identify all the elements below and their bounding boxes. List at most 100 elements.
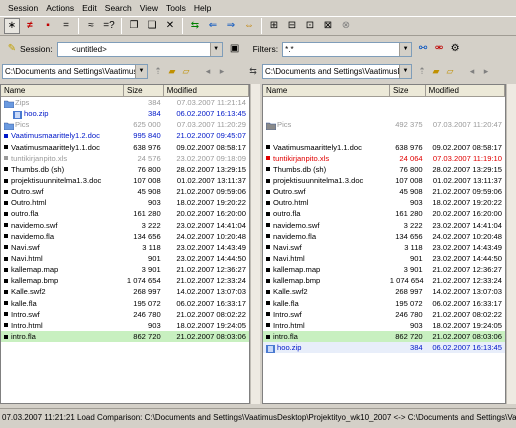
show-left-newer-icon[interactable]: ▪ <box>40 18 56 34</box>
column-header-name[interactable]: Name <box>263 85 390 96</box>
table-row[interactable]: kallemap.bmp 1 074 654 21.02.2007 12:33:24 <box>1 275 249 286</box>
copy-icon[interactable]: ❐ <box>126 18 142 34</box>
chevron-down-icon[interactable]: ▼ <box>135 64 147 78</box>
table-row[interactable]: Navi.swf 3 118 23.02.2007 14:43:49 <box>1 242 249 253</box>
table-row[interactable]: Outro.html 903 18.02.2007 19:20:22 <box>1 197 249 208</box>
swap-paths-icon[interactable]: ⇆ <box>246 64 260 78</box>
back-icon[interactable]: ◂ <box>465 64 479 78</box>
menu-help[interactable]: Help <box>190 1 215 15</box>
sync-icon[interactable]: ⇆ <box>187 18 203 34</box>
table-row[interactable]: kallemap.bmp 1 074 654 21.02.2007 12:33:24 <box>263 275 505 286</box>
left-scrollbar[interactable] <box>250 84 260 404</box>
table-row[interactable]: kalle.fla 195 072 06.02.2007 16:33:17 <box>1 298 249 309</box>
column-header-modified[interactable]: Modified <box>164 85 249 96</box>
filter-exclude-icon[interactable]: ⚮ <box>431 41 447 57</box>
table-row[interactable]: Intro.swf 246 780 21.02.2007 08:02:22 <box>1 309 249 320</box>
forward-icon[interactable]: ▸ <box>215 64 229 78</box>
table-row[interactable]: Thumbs.db (sh) 76 800 28.02.2007 13:29:15 <box>263 164 505 175</box>
copy-left-icon[interactable]: ⇐ <box>205 18 221 34</box>
show-same-icon[interactable]: = <box>58 18 74 34</box>
table-row[interactable]: Outro.swf 45 908 21.02.2007 09:59:06 <box>1 186 249 197</box>
table-row[interactable]: Intro.html 903 18.02.2007 19:24:05 <box>1 320 249 331</box>
table-row[interactable]: Zips 384 07.03.2007 11:21:14 <box>1 97 249 108</box>
table-row[interactable]: navidemo.swf 3 222 23.02.2007 14:41:04 <box>263 220 505 231</box>
table-row[interactable]: projektisuunnitelma1.3.doc 107 008 01.02.2… <box>1 175 249 186</box>
menu-search[interactable]: Search <box>101 1 136 15</box>
browse-folder-icon[interactable]: ▰ <box>165 64 179 78</box>
column-header-modified[interactable]: Modified <box>426 85 505 96</box>
table-row[interactable]: Intro.html 903 18.02.2007 19:24:05 <box>263 320 505 331</box>
open-folder-icon[interactable]: ▱ <box>443 64 457 78</box>
show-all-icon[interactable]: ∗ <box>4 18 20 34</box>
filter-apply-icon[interactable]: ⚯ <box>415 41 431 57</box>
open-folder-icon[interactable]: ▱ <box>179 64 193 78</box>
menu-tools[interactable]: Tools <box>162 1 190 15</box>
right-scrollbar[interactable] <box>506 84 516 404</box>
table-row[interactable]: Outro.html 903 18.02.2007 19:20:22 <box>263 197 505 208</box>
chevron-down-icon[interactable]: ▼ <box>399 64 411 78</box>
table-row[interactable] <box>263 130 505 141</box>
left-path-input[interactable]: C:\Documents and Settings\VaatimusDes ▼ <box>2 63 148 79</box>
table-row[interactable]: Vaatimusmaarittely1.1.doc 638 976 09.02.20… <box>263 142 505 153</box>
table-row[interactable]: intro.fla 862 720 21.02.2007 08:03:06 <box>1 330 249 343</box>
menu-actions[interactable]: Actions <box>42 1 78 15</box>
table-row[interactable]: hoo.zip 384 06.02.2007 16:13:45 <box>263 342 505 354</box>
table-row[interactable]: Navi.html 901 23.02.2007 14:44:50 <box>263 253 505 264</box>
column-header-name[interactable]: Name <box>1 85 124 96</box>
table-row[interactable]: Kalle.swf2 268 997 14.02.2007 13:07:03 <box>1 286 249 297</box>
right-file-pane[interactable]: Name Size Modified Pics 492 375 07.03.2007… <box>262 84 506 404</box>
table-row[interactable]: Vaatimusmaarittely1.1.doc 638 976 09.02.20… <box>1 142 249 153</box>
save-session-icon[interactable]: ▣ <box>227 41 243 57</box>
filters-input[interactable]: *.* ▼ <box>282 41 413 57</box>
table-row[interactable]: Vaatimusmaarittely1.2.doc 995 840 21.02.20… <box>1 130 249 141</box>
delete-icon[interactable]: ✕ <box>162 18 178 34</box>
column-header-size[interactable]: Size <box>390 85 426 96</box>
table-row[interactable]: Pics 492 375 07.03.2007 11:20:47 <box>263 119 505 131</box>
show-similar-icon[interactable]: ≈ <box>83 18 99 34</box>
forward-icon[interactable]: ▸ <box>479 64 493 78</box>
table-row[interactable]: Kalle.swf2 268 997 14.02.2007 13:07:03 <box>263 286 505 297</box>
table-row[interactable]: outro.fla 161 280 20.02.2007 16:20:00 <box>1 208 249 219</box>
table-row[interactable]: Pics 625 000 07.03.2007 11:20:29 <box>1 119 249 131</box>
up-folder-icon[interactable]: ⇡ <box>415 64 429 78</box>
column-header-size[interactable]: Size <box>124 85 164 96</box>
filter-tree-icon[interactable]: ⊞ <box>266 18 282 34</box>
table-row[interactable]: navidemo.fla 134 656 24.02.2007 10:20:48 <box>263 231 505 242</box>
menu-view[interactable]: View <box>136 1 162 15</box>
paste-icon[interactable]: ❏ <box>144 18 160 34</box>
table-row[interactable]: Thumbs.db (sh) 76 800 28.02.2007 13:29:15 <box>1 164 249 175</box>
left-file-pane[interactable]: Name Size Modified Zips 384 07.03.2007 11:… <box>0 84 250 404</box>
table-row[interactable]: Intro.swf 246 780 21.02.2007 08:02:22 <box>263 309 505 320</box>
swap-sides-icon[interactable]: ⇔ <box>241 18 257 34</box>
menu-session[interactable]: Session <box>4 1 42 15</box>
compare-icon[interactable]: =? <box>101 18 117 34</box>
stop-icon[interactable]: ⊗ <box>338 18 354 34</box>
chevron-down-icon[interactable]: ▼ <box>209 42 222 56</box>
chevron-down-icon[interactable]: ▼ <box>399 42 412 56</box>
filter-expand-icon[interactable]: ⊠ <box>320 18 336 34</box>
table-row[interactable]: Navi.html 901 23.02.2007 14:44:50 <box>1 253 249 264</box>
table-row[interactable]: kalle.fla 195 072 06.02.2007 16:33:17 <box>263 298 505 309</box>
filter-folders-icon[interactable]: ⊡ <box>302 18 318 34</box>
browse-folder-icon[interactable]: ▰ <box>429 64 443 78</box>
show-differences-icon[interactable]: ≠ <box>22 18 38 34</box>
table-row[interactable]: kallemap.map 3 901 21.02.2007 12:36:27 <box>263 264 505 275</box>
table-row[interactable]: navidemo.fla 134 656 24.02.2007 10:20:48 <box>1 231 249 242</box>
filter-files-icon[interactable]: ⊟ <box>284 18 300 34</box>
back-icon[interactable]: ◂ <box>201 64 215 78</box>
table-row[interactable] <box>263 97 505 108</box>
right-path-input[interactable]: C:\Documents and Settings\VaatimusDes ▼ <box>262 63 412 79</box>
table-row[interactable] <box>263 108 505 119</box>
session-select[interactable]: <untitled> ▼ <box>56 41 223 57</box>
table-row[interactable]: Navi.swf 3 118 23.02.2007 14:43:49 <box>263 242 505 253</box>
table-row[interactable]: projektisuunnitelma1.3.doc 107 008 01.02.2… <box>263 175 505 186</box>
table-row[interactable]: Outro.swf 45 908 21.02.2007 09:59:06 <box>263 186 505 197</box>
copy-right-icon[interactable]: ⇒ <box>223 18 239 34</box>
up-folder-icon[interactable]: ⇡ <box>151 64 165 78</box>
table-row[interactable]: intro.fla 862 720 21.02.2007 08:03:06 <box>263 330 505 343</box>
table-row[interactable]: tuntikirjanpito.xls 24 576 23.02.2007 09:1… <box>1 153 249 164</box>
table-row[interactable]: navidemo.swf 3 222 23.02.2007 14:41:04 <box>1 220 249 231</box>
filter-settings-icon[interactable]: ⚙ <box>447 41 463 57</box>
table-row[interactable]: kallemap.map 3 901 21.02.2007 12:36:27 <box>1 264 249 275</box>
table-row[interactable]: hoo.zip 384 06.02.2007 16:13:45 <box>1 108 249 119</box>
